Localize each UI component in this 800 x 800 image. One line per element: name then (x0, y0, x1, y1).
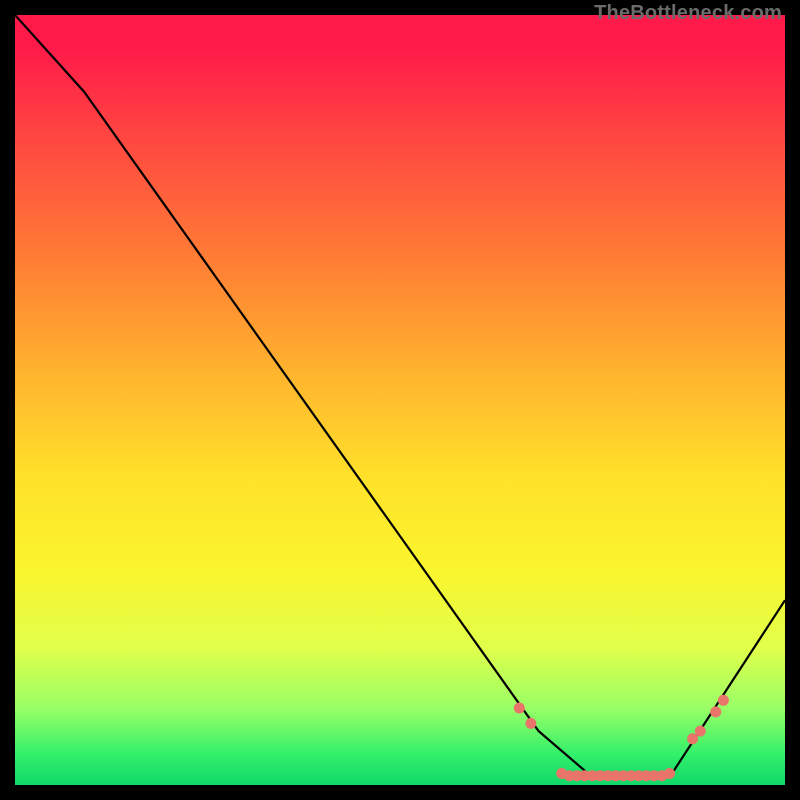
marker-dot (718, 695, 729, 706)
marker-dot (525, 718, 536, 729)
curve-layer (15, 15, 785, 777)
marker-dot (664, 768, 675, 779)
bottleneck-curve (15, 15, 785, 777)
chart-svg (15, 15, 785, 785)
marker-dot (710, 706, 721, 717)
chart-frame: TheBottleneck.com (0, 0, 800, 800)
watermark-text: TheBottleneck.com (594, 2, 782, 25)
marker-dot (695, 726, 706, 737)
plot-area (15, 15, 785, 785)
marker-dot (514, 703, 525, 714)
